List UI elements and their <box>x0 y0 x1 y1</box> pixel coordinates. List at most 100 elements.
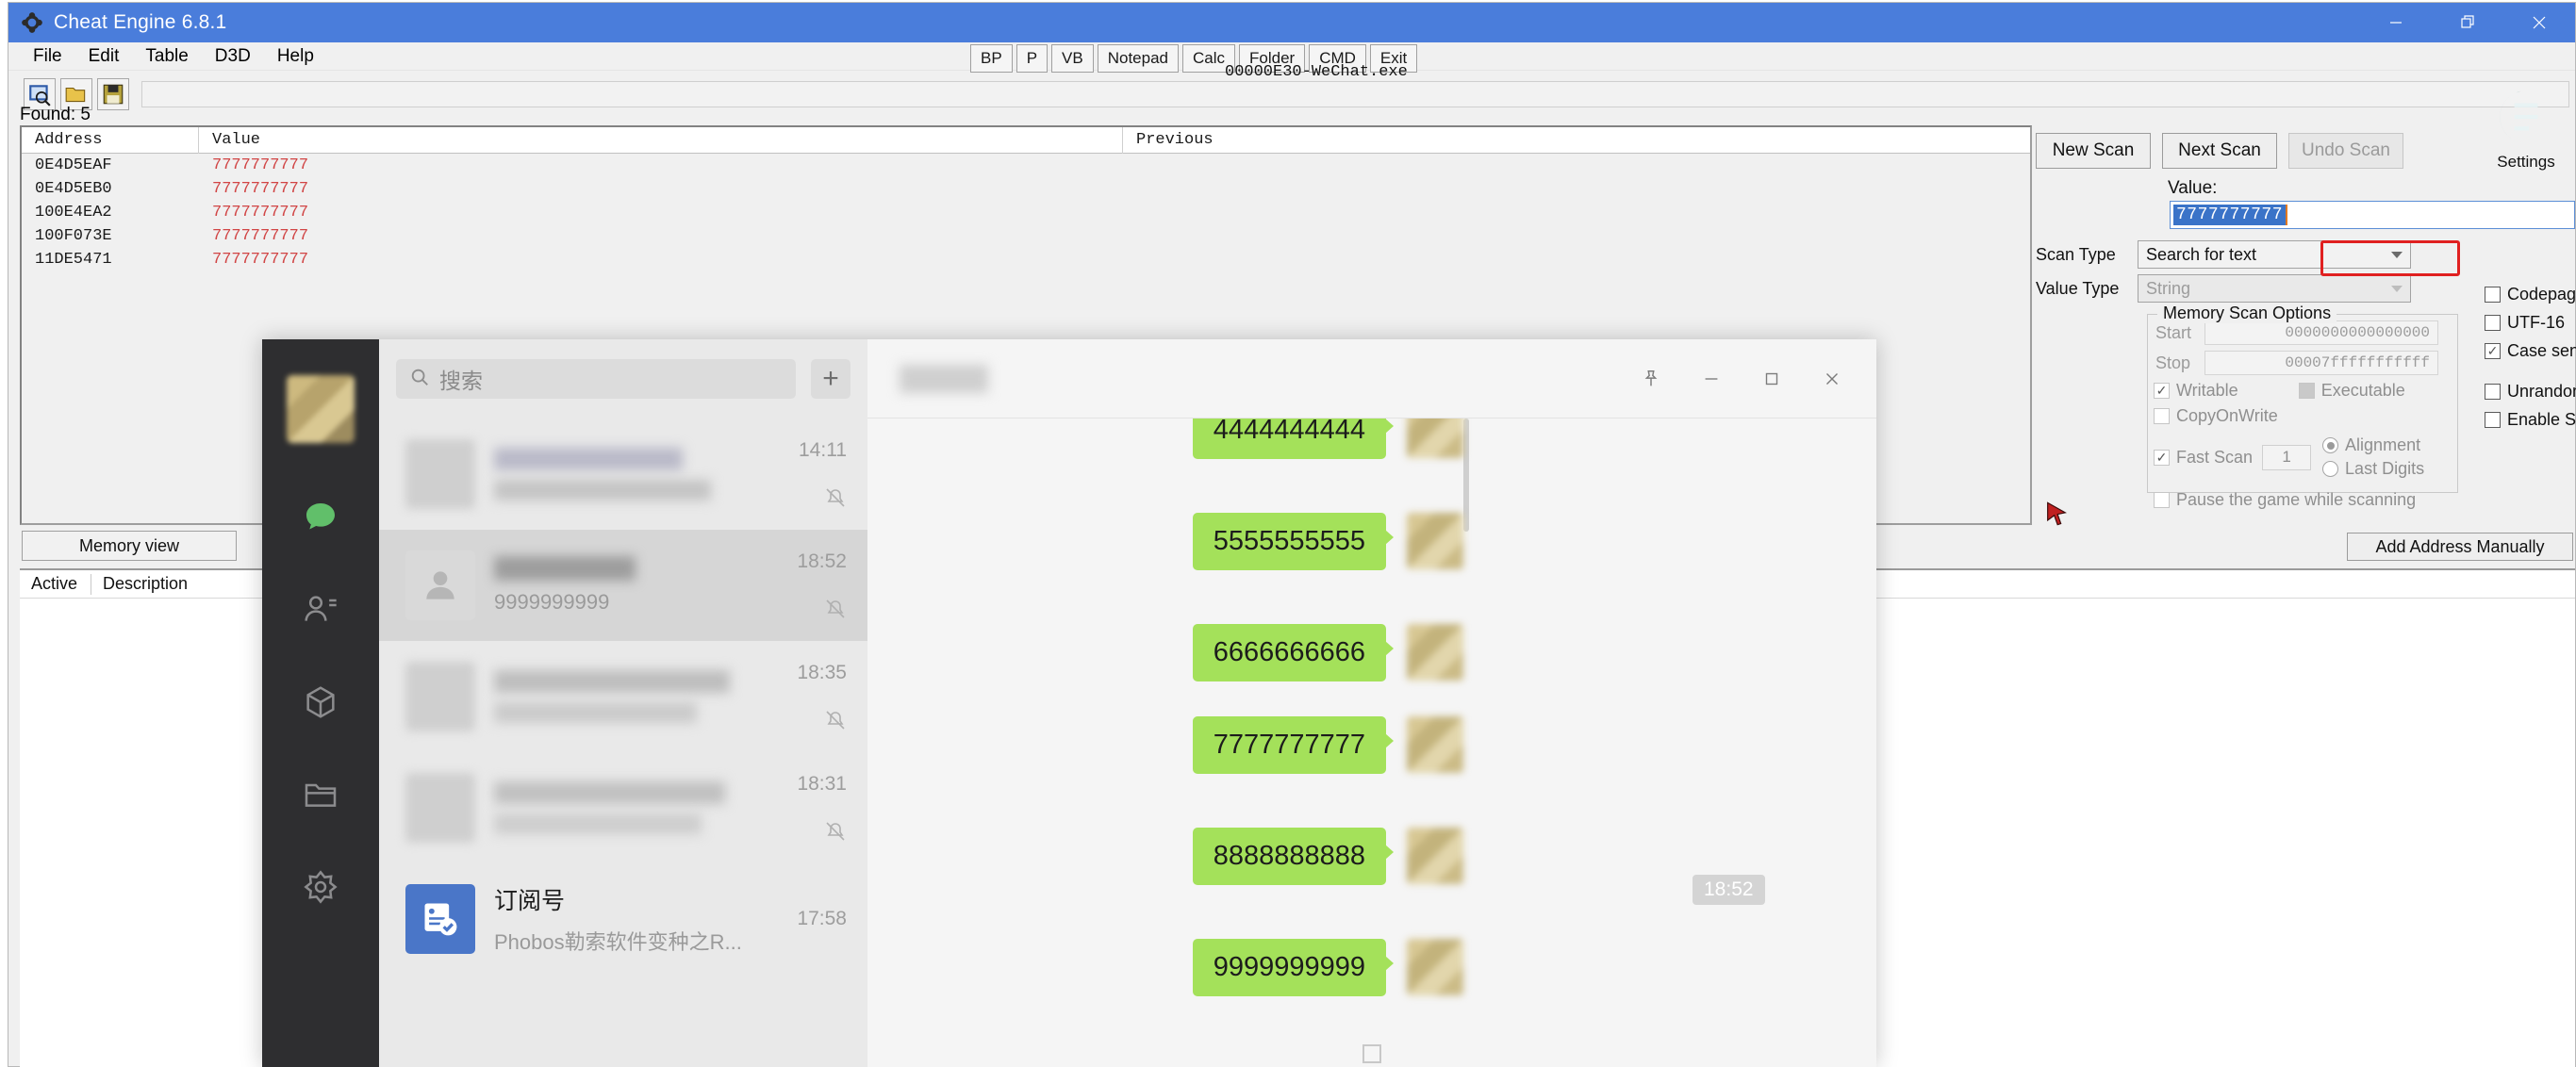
list-item[interactable]: 18:31 <box>379 752 867 863</box>
last-digits-radio[interactable]: Last Digits <box>2322 459 2424 479</box>
sidebar-item-miniprogram[interactable] <box>262 656 379 748</box>
compose-handle[interactable] <box>1362 1044 1381 1063</box>
mute-icon <box>766 598 847 620</box>
menu-edit[interactable]: Edit <box>75 43 133 70</box>
list-item-name: 订阅号 <box>494 888 566 914</box>
enable-speedhack-checkbox[interactable]: Enable Speedhack <box>2485 410 2576 430</box>
codepage-checkbox[interactable]: Codepage <box>2485 285 2576 304</box>
column-header-active[interactable]: Active <box>31 573 92 595</box>
sidebar-item-chat[interactable] <box>262 471 379 564</box>
quick-button-bp[interactable]: BP <box>970 44 1013 73</box>
message-bubble[interactable]: 9999999999 <box>1192 939 1395 996</box>
message-row: 4444444444 <box>1192 419 1463 459</box>
quick-button-notepad[interactable]: Notepad <box>1097 44 1179 73</box>
checkbox-icon: ✓ <box>2154 449 2170 466</box>
list-item-name <box>494 448 683 470</box>
scan-value-input[interactable]: 7777777777 <box>2170 201 2575 229</box>
pin-icon[interactable] <box>1624 354 1678 403</box>
list-item[interactable]: 订阅号 Phobos勒索软件变种之R... 17:58 <box>379 863 867 975</box>
sidebar-item-files[interactable] <box>262 748 379 841</box>
add-chat-button[interactable]: + <box>811 359 850 399</box>
executable-checkbox[interactable]: Executable <box>2298 381 2405 401</box>
message-bubble[interactable]: 4444444444 <box>1192 419 1395 459</box>
list-item[interactable]: 18:35 <box>379 641 867 752</box>
copyonwrite-label: CopyOnWrite <box>2176 406 2278 425</box>
alignment-label: Alignment <box>2345 435 2421 454</box>
quick-button-vb[interactable]: VB <box>1051 44 1094 73</box>
start-address-input[interactable]: 0000000000000000 <box>2204 320 2438 345</box>
settings-button[interactable]: Settings <box>2481 82 2571 172</box>
close-icon[interactable] <box>1805 354 1859 403</box>
column-header-address[interactable]: Address <box>22 127 199 154</box>
table-row[interactable]: 100E4EA2 7777777777 <box>22 201 2030 224</box>
maximize-icon[interactable] <box>1744 354 1799 403</box>
radio-icon <box>2322 437 2339 453</box>
table-row[interactable]: 0E4D5EB0 7777777777 <box>22 177 2030 201</box>
process-label: 00000E30-WeChat.exe <box>1225 63 1408 81</box>
list-item-time: 18:31 <box>797 773 847 795</box>
message-bubble[interactable]: 6666666666 <box>1192 624 1395 681</box>
menu-help[interactable]: Help <box>264 43 327 70</box>
search-input[interactable]: 搜索 <box>396 359 796 399</box>
list-item-time: 17:58 <box>797 908 847 929</box>
stop-label: Stop <box>2155 353 2191 372</box>
utf16-checkbox[interactable]: UTF-16 <box>2485 313 2576 333</box>
case-sensitive-checkbox[interactable]: ✓ Case sensitive <box>2485 341 2576 361</box>
avatar <box>1407 624 1463 681</box>
table-row[interactable]: 11DE5471 7777777777 <box>22 248 2030 271</box>
list-item[interactable]: 14:11 <box>379 419 867 530</box>
writable-checkbox[interactable]: ✓ Writable <box>2154 381 2238 401</box>
list-item-preview <box>494 702 697 723</box>
column-header-previous[interactable]: Previous <box>1123 127 2030 154</box>
new-scan-button[interactable]: New Scan <box>2036 133 2151 169</box>
menu-d3d[interactable]: D3D <box>202 43 264 70</box>
column-header-value[interactable]: Value <box>199 127 1123 154</box>
scan-flags-group: Codepage UTF-16 ✓ Case sensitive Unrando… <box>2479 276 2576 430</box>
screen-root: Cheat Engine 6.8.1 File Edit Table D3D H… <box>0 0 2576 1067</box>
next-scan-button[interactable]: Next Scan <box>2162 133 2277 169</box>
fast-scan-value-input[interactable]: 1 <box>2262 444 2312 470</box>
unrandomizer-checkbox[interactable]: Unrandomizer <box>2485 382 2576 402</box>
memory-scan-options-group: Memory Scan Options Start 00000000000000… <box>2147 304 2458 509</box>
memory-view-button[interactable]: Memory view <box>22 531 237 561</box>
restore-icon[interactable] <box>2432 3 2503 42</box>
menu-file[interactable]: File <box>20 43 75 70</box>
alignment-radio[interactable]: Alignment <box>2322 435 2424 455</box>
checkbox-icon <box>2485 287 2501 303</box>
pause-game-checkbox[interactable]: Pause the game while scanning <box>2154 490 2457 510</box>
message-bubble[interactable]: 7777777777 <box>1192 716 1395 774</box>
avatar[interactable] <box>287 375 355 443</box>
process-name-field[interactable] <box>141 81 2569 107</box>
list-item-body: 9999999999 <box>494 556 766 615</box>
timestamp-chip: 18:52 <box>1693 875 1765 905</box>
list-item[interactable]: 9999999999 18:52 <box>379 530 867 641</box>
scrollbar[interactable] <box>1463 419 1469 532</box>
message-row: 7777777777 <box>1192 716 1463 774</box>
executable-label: Executable <box>2320 381 2405 400</box>
scan-type-select[interactable]: Search for text <box>2138 240 2411 269</box>
message-bubble[interactable]: 5555555555 <box>1192 513 1395 570</box>
table-row[interactable]: 100F073E 7777777777 <box>22 224 2030 248</box>
stop-address-input[interactable]: 00007fffffffffff <box>2204 351 2438 375</box>
minimize-icon[interactable] <box>2360 3 2432 42</box>
table-row[interactable]: 0E4D5EAF 7777777777 <box>22 154 2030 177</box>
cell-address: 100E4EA2 <box>35 204 112 222</box>
column-header-description[interactable]: Description <box>103 574 197 594</box>
minimize-icon[interactable] <box>1684 354 1739 403</box>
quick-button-p[interactable]: P <box>1016 44 1049 73</box>
radio-icon <box>2322 461 2339 477</box>
copyonwrite-checkbox[interactable]: CopyOnWrite <box>2154 406 2457 426</box>
add-address-manually-button[interactable]: Add Address Manually <box>2347 533 2573 561</box>
unrandomizer-label: Unrandomizer <box>2507 382 2576 401</box>
fast-scan-checkbox[interactable]: ✓ Fast Scan <box>2154 448 2253 468</box>
mute-icon <box>766 820 847 843</box>
sidebar-item-settings[interactable] <box>262 841 379 933</box>
value-type-label: Value Type <box>2036 278 2120 298</box>
sidebar-item-contacts[interactable] <box>262 564 379 656</box>
close-icon[interactable] <box>2503 3 2575 42</box>
list-item-meta: 14:11 <box>766 439 847 509</box>
menu-table[interactable]: Table <box>132 43 201 70</box>
cell-address: 11DE5471 <box>35 251 112 269</box>
message-bubble[interactable]: 8888888888 <box>1192 828 1395 885</box>
save-file-icon[interactable] <box>97 78 129 110</box>
